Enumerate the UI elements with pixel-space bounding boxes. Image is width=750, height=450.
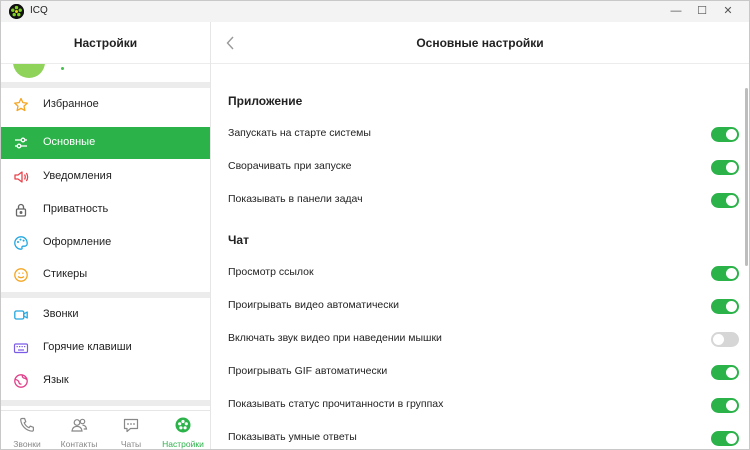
toggle-knob xyxy=(726,400,737,411)
setting-row: Проигрывать GIF автоматически xyxy=(228,361,740,383)
toggle-knob xyxy=(726,433,737,444)
sidebar-item-label: Оформление xyxy=(43,236,112,248)
toggle-knob xyxy=(726,162,737,173)
lock-icon xyxy=(13,202,29,218)
smart-replies-toggle[interactable] xyxy=(711,431,739,446)
speaker-icon xyxy=(13,169,29,185)
sidebar-item-label: Избранное xyxy=(43,98,99,110)
sidebar-item-hotkeys[interactable]: Горячие клавиши xyxy=(1,332,210,364)
settings-content: Основные настройки Приложение Запускать … xyxy=(211,22,749,449)
sidebar-item-label: Горячие клавиши xyxy=(43,341,132,353)
title-bar: ICQ — ☐ ✕ xyxy=(1,1,749,22)
read-status-groups-toggle[interactable] xyxy=(711,398,739,413)
sidebar-item-label: Стикеры xyxy=(43,268,88,280)
setting-row: Показывать в панели задач xyxy=(228,189,740,211)
sidebar-item-privacy[interactable]: Приватность xyxy=(1,194,210,226)
link-preview-toggle[interactable] xyxy=(711,266,739,281)
phone-icon xyxy=(18,416,36,434)
sidebar-item-stickers[interactable]: Стикеры xyxy=(1,259,210,291)
sidebar-item-label: Звонки xyxy=(43,308,79,320)
sidebar-item-notifications[interactable]: Уведомления xyxy=(1,161,210,193)
toggle-knob xyxy=(726,268,737,279)
setting-row: Включать звук видео при наведении мышки xyxy=(228,328,740,350)
globe-icon xyxy=(13,373,29,389)
palette-icon xyxy=(13,235,29,251)
group-divider xyxy=(1,400,210,406)
page-title: Основные настройки xyxy=(416,36,544,50)
window-title: ICQ xyxy=(30,5,48,16)
toggle-knob xyxy=(726,367,737,378)
autoplay-video-toggle[interactable] xyxy=(711,299,739,314)
avatar xyxy=(13,64,45,78)
minimize-on-start-toggle[interactable] xyxy=(711,160,739,175)
setting-row: Запускать на старте системы xyxy=(228,123,740,145)
sidebar-title: Настройки xyxy=(1,22,210,64)
sidebar-item-label: Язык xyxy=(43,374,69,386)
sidebar-item-label: Основные xyxy=(43,136,96,148)
setting-row: Сворачивать при запуске xyxy=(228,156,740,178)
sliders-icon xyxy=(13,135,29,151)
setting-row: Показывать умные ответы xyxy=(228,427,740,449)
tab-contacts[interactable]: Контакты xyxy=(53,411,105,450)
setting-label: Сворачивать при запуске xyxy=(228,160,352,172)
setting-label: Запускать на старте системы xyxy=(228,127,371,139)
setting-row: Показывать статус прочитанности в группа… xyxy=(228,394,740,416)
profile-card[interactable] xyxy=(1,64,210,82)
settings-sidebar: Настройки Избранное Основные Уведомления xyxy=(1,22,211,449)
sidebar-item-appearance[interactable]: Оформление xyxy=(1,227,210,259)
setting-row: Просмотр ссылок xyxy=(228,262,740,284)
sticker-icon xyxy=(13,267,29,283)
content-header: Основные настройки xyxy=(211,22,749,64)
toggle-knob xyxy=(726,301,737,312)
tab-label: Звонки xyxy=(13,439,41,449)
setting-row: Проигрывать видео автоматически xyxy=(228,295,740,317)
sidebar-item-label: Приватность xyxy=(43,203,109,215)
sidebar-item-language[interactable]: Язык xyxy=(1,365,210,397)
settings-gear-icon xyxy=(174,416,192,434)
autoplay-gif-toggle[interactable] xyxy=(711,365,739,380)
section-title-app: Приложение xyxy=(228,94,303,108)
scrollbar-thumb[interactable] xyxy=(745,88,748,266)
star-icon xyxy=(13,97,29,113)
setting-label: Проигрывать видео автоматически xyxy=(228,299,399,311)
group-divider xyxy=(1,82,210,88)
setting-label: Просмотр ссылок xyxy=(228,266,314,278)
app-window: ICQ — ☐ ✕ Настройки Избранное Основные У… xyxy=(0,0,750,450)
close-button[interactable]: ✕ xyxy=(705,1,750,22)
online-dot xyxy=(61,67,64,70)
setting-label: Включать звук видео при наведении мышки xyxy=(228,332,442,344)
autostart-toggle[interactable] xyxy=(711,127,739,142)
contacts-icon xyxy=(70,416,88,434)
keyboard-icon xyxy=(13,340,29,356)
bottom-tab-bar: Звонки Контакты Чаты Настройки xyxy=(1,410,210,449)
show-in-taskbar-toggle[interactable] xyxy=(711,193,739,208)
sidebar-item-favorites[interactable]: Избранное xyxy=(1,89,210,121)
sidebar-item-calls[interactable]: Звонки xyxy=(1,299,210,331)
chat-icon xyxy=(122,416,140,434)
tab-label: Чаты xyxy=(120,439,142,449)
video-camera-icon xyxy=(13,307,29,323)
tab-label: Настройки xyxy=(162,439,204,449)
toggle-knob xyxy=(726,195,737,206)
setting-label: Показывать в панели задач xyxy=(228,193,363,205)
group-divider xyxy=(1,292,210,298)
section-title-chat: Чат xyxy=(228,233,249,247)
setting-label: Показывать статус прочитанности в группа… xyxy=(228,398,444,410)
setting-label: Показывать умные ответы xyxy=(228,431,357,443)
tab-settings[interactable]: Настройки xyxy=(157,411,209,450)
tab-chats[interactable]: Чаты xyxy=(105,411,157,450)
sidebar-item-general[interactable]: Основные xyxy=(1,127,210,159)
icq-logo-icon xyxy=(9,4,24,19)
tab-calls[interactable]: Звонки xyxy=(1,411,53,450)
tab-label: Контакты xyxy=(60,439,98,449)
toggle-knob xyxy=(726,129,737,140)
content-scrollbar[interactable] xyxy=(745,64,748,449)
setting-label: Проигрывать GIF автоматически xyxy=(228,365,388,377)
toggle-knob xyxy=(713,334,724,345)
sidebar-item-label: Уведомления xyxy=(43,170,112,182)
hover-video-sound-toggle[interactable] xyxy=(711,332,739,347)
